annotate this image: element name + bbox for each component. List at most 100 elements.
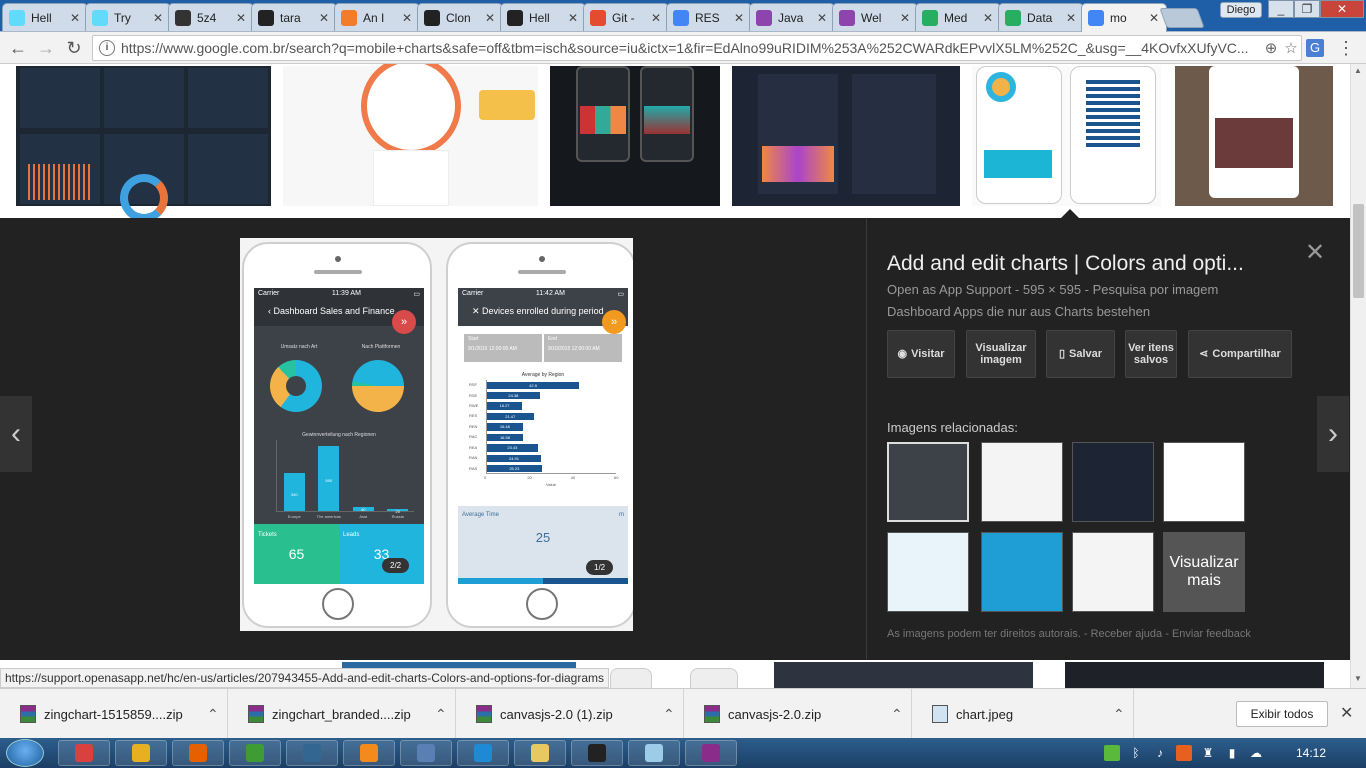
result-thumbnail[interactable] — [690, 668, 738, 688]
browser-tab[interactable]: 5z4 ✕ — [168, 3, 254, 31]
taskbar-app-button[interactable] — [457, 740, 509, 766]
volume-icon[interactable]: ♪ — [1152, 745, 1168, 761]
close-tab-icon[interactable]: ✕ — [401, 11, 413, 25]
browser-tab[interactable]: Med ✕ — [915, 3, 1001, 31]
browser-tab[interactable]: tara ✕ — [251, 3, 337, 31]
close-tab-icon[interactable]: ✕ — [899, 11, 911, 25]
feedback-link[interactable]: Enviar feedback — [1172, 628, 1251, 640]
result-thumbnail[interactable] — [283, 64, 538, 206]
close-tab-icon[interactable]: ✕ — [982, 11, 994, 25]
tray-app-icon[interactable]: ♜ — [1200, 745, 1216, 761]
browser-tab[interactable]: Git - ✕ — [583, 3, 669, 31]
taskbar-app-button[interactable] — [514, 740, 566, 766]
close-preview-icon[interactable]: ✕ — [1305, 238, 1325, 267]
clock[interactable]: 14:12 — [1296, 746, 1326, 760]
download-item[interactable]: canvasjs-2.0.zip ⌃ — [684, 689, 912, 739]
chevron-up-icon[interactable]: ⌃ — [1113, 706, 1133, 723]
image-title-link[interactable]: Add and edit charts | Colors and opti... — [887, 252, 1244, 276]
chevron-up-icon[interactable]: ⌃ — [207, 706, 227, 723]
vertical-scrollbar[interactable]: ▲ ▼ — [1350, 64, 1366, 688]
user-profile-button[interactable]: Diego — [1220, 2, 1262, 18]
browser-tab[interactable]: An I ✕ — [334, 3, 420, 31]
related-image[interactable] — [981, 532, 1063, 612]
download-item[interactable]: zingchart-1515859....zip ⌃ — [0, 689, 228, 739]
browser-tab[interactable]: Data ✕ — [998, 3, 1084, 31]
scroll-down-icon[interactable]: ▼ — [1354, 674, 1362, 683]
result-thumbnail[interactable] — [774, 662, 1033, 688]
browser-tab[interactable]: mo ✕ — [1081, 3, 1167, 32]
new-tab-button[interactable] — [1159, 8, 1205, 28]
download-item[interactable]: canvasjs-2.0 (1).zip ⌃ — [456, 689, 684, 739]
close-tab-icon[interactable]: ✕ — [816, 11, 828, 25]
share-button[interactable]: ⋖ Compartilhar — [1188, 330, 1292, 378]
bluetooth-icon[interactable]: ᛒ — [1128, 745, 1144, 761]
browser-tab[interactable]: Hell ✕ — [500, 3, 586, 31]
save-button[interactable]: ▯ Salvar — [1046, 330, 1115, 378]
taskbar-app-button[interactable] — [628, 740, 680, 766]
close-tab-icon[interactable]: ✕ — [567, 11, 579, 25]
translate-icon[interactable]: G — [1306, 39, 1324, 57]
close-tab-icon[interactable]: ✕ — [484, 11, 496, 25]
minimize-button[interactable]: _ — [1268, 0, 1294, 18]
taskbar-app-button[interactable] — [400, 740, 452, 766]
related-image[interactable] — [981, 442, 1063, 522]
close-tab-icon[interactable]: ✕ — [733, 11, 745, 25]
close-tab-icon[interactable]: ✕ — [69, 11, 81, 25]
close-tab-icon[interactable]: ✕ — [650, 11, 662, 25]
related-image[interactable] — [1072, 442, 1154, 522]
taskbar-app-button[interactable] — [115, 740, 167, 766]
related-image[interactable] — [1163, 442, 1245, 522]
close-downloads-icon[interactable]: ✕ — [1340, 703, 1353, 723]
url-text[interactable]: https://www.google.com.br/search?q=mobil… — [121, 40, 1261, 56]
download-item[interactable]: chart.jpeg ⌃ — [912, 689, 1134, 739]
start-button[interactable] — [6, 739, 44, 767]
taskbar-app-button[interactable] — [571, 740, 623, 766]
help-link[interactable]: Receber ajuda — [1091, 628, 1163, 640]
taskbar-app-button[interactable] — [172, 740, 224, 766]
chevron-up-icon[interactable]: ⌃ — [663, 706, 683, 723]
taskbar-app-button[interactable] — [685, 740, 737, 766]
close-tab-icon[interactable]: ✕ — [1065, 11, 1077, 25]
close-tab-icon[interactable]: ✕ — [318, 11, 330, 25]
target-icon[interactable]: ⊕ — [1261, 39, 1281, 57]
related-image[interactable] — [1072, 532, 1154, 612]
info-icon[interactable]: i — [99, 40, 115, 56]
show-all-downloads-button[interactable]: Exibir todos — [1236, 701, 1328, 727]
menu-icon[interactable]: ⋮ — [1334, 36, 1358, 60]
scrollbar-thumb[interactable] — [1353, 204, 1364, 298]
result-thumbnail[interactable] — [1175, 66, 1333, 206]
see-more-button[interactable]: Visualizar mais — [1163, 532, 1245, 612]
browser-tab[interactable]: Java ✕ — [749, 3, 835, 31]
network-signal-icon[interactable]: ▮ — [1224, 745, 1240, 761]
result-thumbnail[interactable] — [610, 668, 652, 688]
cloud-icon[interactable]: ☁ — [1248, 745, 1264, 761]
result-thumbnail[interactable] — [1065, 662, 1324, 688]
browser-tab[interactable]: Hell ✕ — [2, 3, 88, 31]
taskbar-app-button[interactable] — [58, 740, 110, 766]
browser-tab[interactable]: Clon ✕ — [417, 3, 503, 31]
result-thumbnail[interactable] — [732, 66, 960, 206]
visit-button[interactable]: ◉ Visitar — [887, 330, 955, 378]
chevron-up-icon[interactable]: ⌃ — [435, 706, 455, 723]
close-tab-icon[interactable]: ✕ — [235, 11, 247, 25]
scroll-up-icon[interactable]: ▲ — [1354, 66, 1362, 75]
related-image[interactable] — [887, 532, 969, 612]
back-icon[interactable]: ← — [6, 36, 30, 60]
taskbar-app-button[interactable] — [343, 740, 395, 766]
result-thumbnail[interactable] — [16, 66, 271, 222]
browser-tab[interactable]: Try ✕ — [85, 3, 171, 31]
browser-tab[interactable]: Wel ✕ — [832, 3, 918, 31]
bookmark-star-icon[interactable]: ☆ — [1281, 39, 1301, 57]
address-bar[interactable]: i https://www.google.com.br/search?q=mob… — [92, 35, 1302, 61]
result-thumbnail[interactable] — [550, 66, 720, 206]
close-tab-icon[interactable]: ✕ — [1148, 11, 1160, 25]
close-tab-icon[interactable]: ✕ — [152, 11, 164, 25]
previous-arrow-icon[interactable]: ‹ — [0, 396, 32, 472]
browser-tab[interactable]: RES ✕ — [666, 3, 752, 31]
close-window-button[interactable]: ✕ — [1320, 0, 1364, 18]
taskbar-app-button[interactable] — [286, 740, 338, 766]
reload-icon[interactable]: ↻ — [62, 36, 86, 60]
view-saved-button[interactable]: Ver itens salvos — [1125, 330, 1177, 378]
view-image-button[interactable]: Visualizar imagem — [966, 330, 1036, 378]
preview-image[interactable]: Carrier 11:39 AM ▭ ‹ Dashboard Sales and F… — [240, 238, 633, 631]
